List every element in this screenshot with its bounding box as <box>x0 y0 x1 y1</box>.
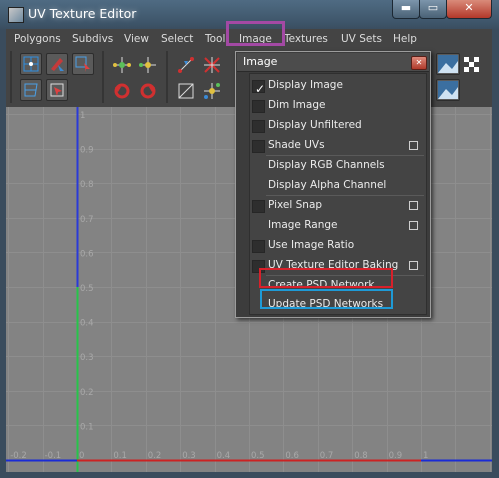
v-tick-label: 0.7 <box>80 215 94 225</box>
menu-item-label: Use Image Ratio <box>268 239 355 251</box>
close-button[interactable]: ✕ <box>446 0 492 19</box>
menu-item-display-rgb-channels[interactable]: Display RGB Channels <box>250 156 426 176</box>
menu-separator <box>266 155 424 156</box>
smudge-uv-icon[interactable] <box>20 79 42 101</box>
menu-item-label: Shade UVs <box>268 139 325 151</box>
option-box-icon[interactable] <box>409 221 418 230</box>
u-tick-label: 0.3 <box>182 451 196 461</box>
maximize-button[interactable]: ▭ <box>419 0 447 19</box>
layout-icon[interactable] <box>200 79 222 101</box>
checkbox[interactable] <box>252 240 265 253</box>
highlight-image-menu <box>226 21 285 46</box>
u-tick-label: -0.2 <box>10 451 27 461</box>
checker-icon[interactable] <box>460 53 482 75</box>
app-icon <box>8 7 24 23</box>
toolbar-separator <box>10 51 12 103</box>
dropdown-title: Image <box>243 55 278 68</box>
flip-v-icon[interactable] <box>200 53 222 75</box>
menu-item-dim-image[interactable]: Dim Image <box>250 96 426 116</box>
cut-uv-icon[interactable] <box>136 53 158 75</box>
menu-item-pixel-snap[interactable]: Pixel Snap <box>250 196 426 216</box>
v-tick-label: 0.4 <box>80 319 94 329</box>
checkbox[interactable] <box>252 120 265 133</box>
u-tick-label: 0 <box>79 451 84 461</box>
minimize-button[interactable]: ▬ <box>392 0 420 19</box>
v-tick-label: 0.6 <box>80 249 94 259</box>
dropdown-title-bar[interactable]: Image ✕ <box>237 53 429 72</box>
menu-uv-sets[interactable]: UV Sets <box>341 33 382 45</box>
menu-view[interactable]: View <box>124 33 149 45</box>
v-tick-label: 0.3 <box>80 353 94 363</box>
move-component-icon[interactable] <box>110 53 132 75</box>
menu-select[interactable]: Select <box>161 33 193 45</box>
highlight-update-psd <box>260 289 393 309</box>
checkbox[interactable] <box>252 200 265 213</box>
checkbox[interactable] <box>252 140 265 153</box>
u-tick-label: 0.9 <box>389 451 403 461</box>
menu-textures[interactable]: Textures <box>284 33 328 45</box>
menu-item-shade-uvs[interactable]: Shade UVs <box>250 136 426 156</box>
menu-item-image-range[interactable]: Image Range <box>250 216 426 236</box>
checkmark-icon: ✓ <box>255 82 266 96</box>
menu-item-label: Display RGB Channels <box>268 159 385 171</box>
flip-u-icon[interactable] <box>174 53 196 75</box>
menu-tool[interactable]: Tool <box>205 33 225 45</box>
checkbox[interactable]: ✓ <box>252 80 266 96</box>
menu-item-label: Display Unfiltered <box>268 119 362 131</box>
highlight-create-psd <box>259 268 393 288</box>
u-tick-label: 0.7 <box>320 451 334 461</box>
toolbar-separator <box>102 51 104 103</box>
texture-swatch-icon[interactable] <box>436 53 460 75</box>
u-tick-label: 0.5 <box>251 451 265 461</box>
lattice-uv-icon[interactable] <box>72 53 94 75</box>
v-tick-label: 0.2 <box>80 388 94 398</box>
select-uv-icon[interactable] <box>20 53 42 75</box>
menu-item-display-alpha-channel[interactable]: Display Alpha Channel <box>250 176 426 196</box>
option-box-icon[interactable] <box>409 141 418 150</box>
rotate-cw-icon[interactable] <box>136 79 158 101</box>
u-tick-label: -0.1 <box>45 451 62 461</box>
menu-item-label: Dim Image <box>268 99 326 111</box>
toolbar-separator <box>166 51 168 103</box>
window-title: UV Texture Editor <box>28 6 137 21</box>
v-tick-label: 0.8 <box>80 180 94 190</box>
option-box-icon[interactable] <box>409 201 418 210</box>
checkbox[interactable] <box>252 100 265 113</box>
u-tick-label: 0.1 <box>113 451 127 461</box>
menu-item-display-unfiltered[interactable]: Display Unfiltered <box>250 116 426 136</box>
grab-uv-icon[interactable] <box>46 79 68 101</box>
menu-separator <box>266 195 424 196</box>
u-tick-label: 1 <box>423 451 428 461</box>
v-tick-label: 0.5 <box>80 284 94 294</box>
u-tick-label: 0.2 <box>148 451 162 461</box>
v-tick-label: 1 <box>80 111 85 121</box>
menu-item-label: Image Range <box>268 219 338 231</box>
unfold-icon[interactable] <box>174 79 196 101</box>
menu-polygons[interactable]: Polygons <box>14 33 61 45</box>
move-uv-icon[interactable] <box>46 53 68 75</box>
v-tick-label: 0.9 <box>80 146 94 156</box>
v-tick-label: 0.1 <box>80 422 94 432</box>
close-icon[interactable]: ✕ <box>411 56 427 70</box>
menu-item-label: Pixel Snap <box>268 199 323 211</box>
menu-help[interactable]: Help <box>393 33 417 45</box>
menu-subdivs[interactable]: Subdivs <box>72 33 113 45</box>
image-preview-icon[interactable] <box>436 79 460 101</box>
menu-item-display-image[interactable]: ✓ Display Image <box>250 76 426 96</box>
u-tick-label: 0.8 <box>354 451 368 461</box>
menu-item-label: Display Alpha Channel <box>268 179 387 191</box>
u-tick-label: 0.4 <box>217 451 231 461</box>
menu-item-label: Display Image <box>268 79 343 91</box>
option-box-icon[interactable] <box>409 261 418 270</box>
rotate-ccw-icon[interactable] <box>110 79 132 101</box>
menu-item-use-image-ratio[interactable]: Use Image Ratio <box>250 236 426 256</box>
u-tick-label: 0.6 <box>285 451 299 461</box>
